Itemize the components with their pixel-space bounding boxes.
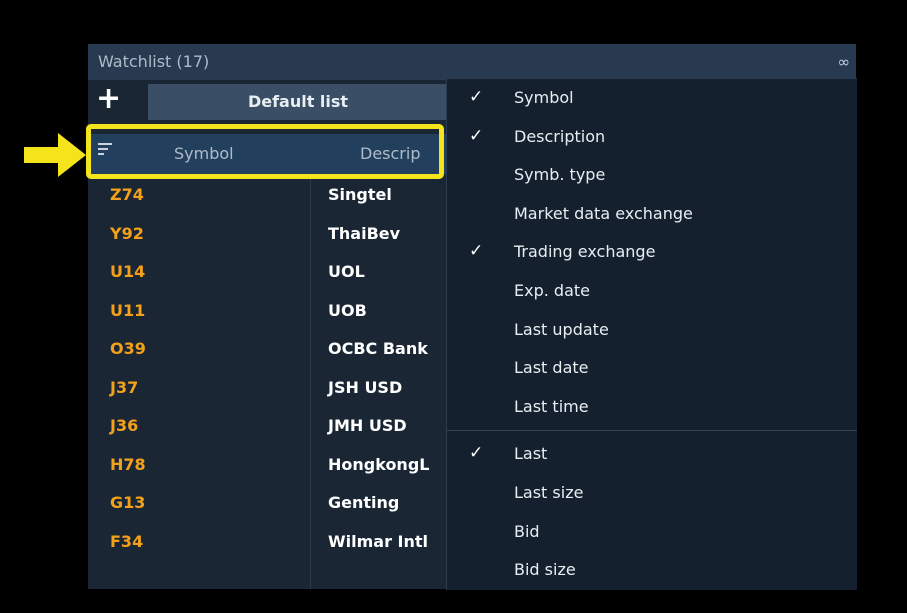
menu-item-label: Last xyxy=(514,444,548,464)
row-symbol: U11 xyxy=(110,300,146,320)
menu-item-label: Exp. date xyxy=(514,280,590,300)
menu-item-bid[interactable]: Bid xyxy=(447,513,857,552)
row-description: JMH USD xyxy=(328,416,407,435)
check-icon: ✓ xyxy=(469,241,484,262)
columns-context-menu: ✓ Symbol ✓ Description Symb. type Market… xyxy=(446,78,857,590)
menu-item-label: Symb. type xyxy=(514,165,606,185)
menu-item-symb-type[interactable]: Symb. type xyxy=(447,156,857,195)
column-header-highlight xyxy=(86,124,444,179)
menu-item-label: Symbol xyxy=(514,88,574,107)
watchlist-titlebar: Watchlist (17) ∞ xyxy=(88,44,856,80)
row-symbol: Y92 xyxy=(110,223,144,243)
screenshot-stage: Watchlist (17) ∞ + Default list Symbol D… xyxy=(0,0,907,613)
menu-item-label: Trading exchange xyxy=(514,242,656,262)
menu-item-last-date[interactable]: Last date xyxy=(447,349,857,388)
row-description: UOL xyxy=(328,262,365,281)
row-symbol: H78 xyxy=(110,454,146,474)
default-list-selector[interactable]: Default list xyxy=(148,84,448,120)
row-symbol: J37 xyxy=(110,377,139,397)
menu-item-label: Last date xyxy=(514,358,589,378)
menu-item-trading-exchange[interactable]: ✓ Trading exchange xyxy=(447,233,857,272)
row-description: HongkongL xyxy=(328,454,430,474)
menu-item-last-time[interactable]: Last time xyxy=(447,388,857,427)
row-description: Singtel xyxy=(328,185,392,204)
row-symbol: G13 xyxy=(110,493,146,512)
row-description: UOB xyxy=(328,300,367,320)
row-description: Wilmar Intl xyxy=(328,531,429,551)
row-symbol: U14 xyxy=(110,262,146,281)
check-icon: ✓ xyxy=(469,125,484,146)
menu-item-label: Last time xyxy=(514,396,589,416)
link-icon[interactable]: ∞ xyxy=(838,53,851,71)
menu-item-last-update[interactable]: Last update xyxy=(447,311,857,350)
row-description: OCBC Bank xyxy=(328,339,428,358)
menu-item-last-size[interactable]: Last size xyxy=(447,474,857,513)
check-icon: ✓ xyxy=(469,87,484,107)
add-symbol-button[interactable]: + xyxy=(96,84,136,118)
arrow-icon xyxy=(24,133,86,177)
menu-separator xyxy=(447,430,857,432)
menu-item-market-data-exchange[interactable]: Market data exchange xyxy=(447,195,857,234)
menu-item-label: Last update xyxy=(514,319,609,339)
row-symbol: J36 xyxy=(110,416,139,435)
menu-item-label: Last size xyxy=(514,482,584,502)
row-description: ThaiBev xyxy=(328,223,401,243)
row-symbol: O39 xyxy=(110,339,146,358)
menu-item-label: Market data exchange xyxy=(514,203,693,223)
watchlist-title: Watchlist (17) xyxy=(98,52,210,71)
menu-item-symbol[interactable]: ✓ Symbol xyxy=(447,79,857,118)
check-icon: ✓ xyxy=(469,443,484,464)
menu-item-exp-date[interactable]: Exp. date xyxy=(447,272,857,311)
menu-item-bid-size[interactable]: Bid size xyxy=(447,551,857,590)
menu-item-last[interactable]: ✓ Last xyxy=(447,435,857,474)
row-description: Genting xyxy=(328,493,400,512)
row-description: JSH USD xyxy=(328,377,403,397)
menu-item-label: Bid size xyxy=(514,560,576,580)
menu-item-label: Description xyxy=(514,126,606,146)
menu-item-label: Bid xyxy=(514,521,540,541)
row-symbol: F34 xyxy=(110,531,144,551)
menu-item-description[interactable]: ✓ Description xyxy=(447,118,857,157)
row-symbol: Z74 xyxy=(110,185,144,204)
